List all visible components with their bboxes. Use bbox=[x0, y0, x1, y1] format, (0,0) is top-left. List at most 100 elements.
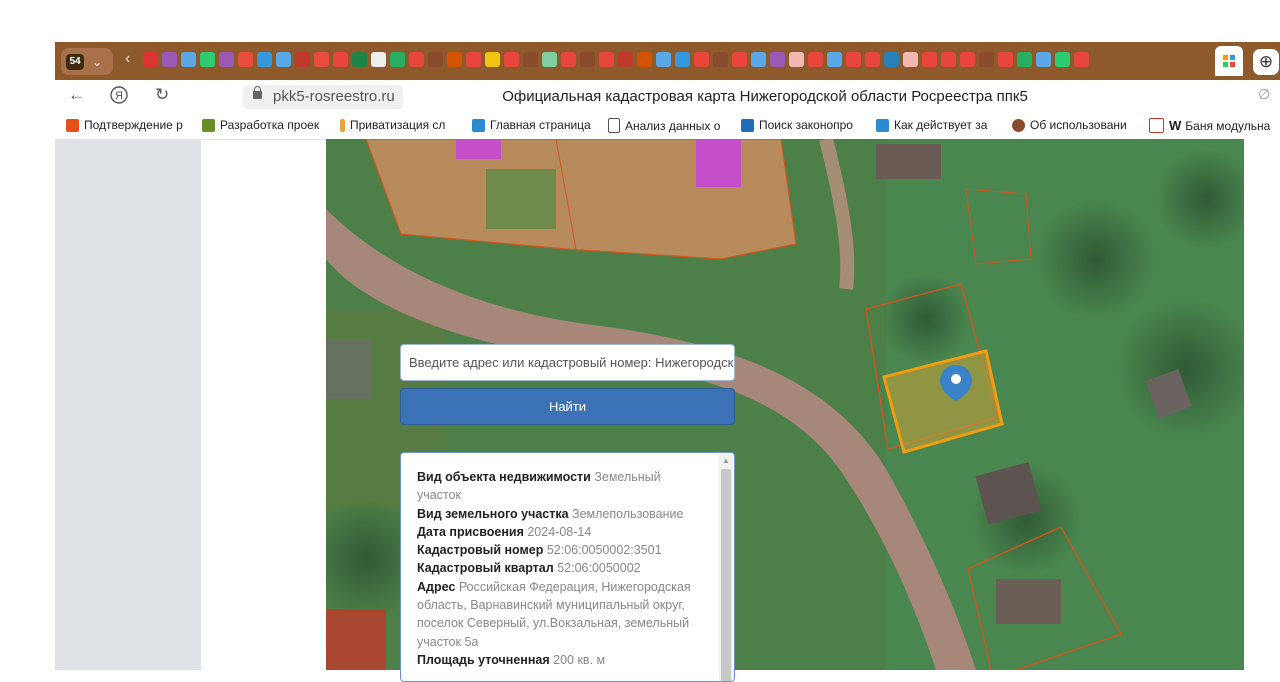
tab-count-badge: 54 bbox=[66, 53, 84, 70]
reload-icon[interactable]: ↻ bbox=[155, 85, 169, 105]
tab-favicon-icon[interactable] bbox=[257, 52, 272, 67]
object-type-label: Вид объекта недвижимости bbox=[417, 470, 591, 484]
bookmark-item[interactable]: Как действует за bbox=[876, 118, 987, 132]
bookmark-label: Об использовани bbox=[1030, 118, 1127, 132]
address-value: Российская Федерация, Нижегородская обла… bbox=[417, 579, 691, 649]
tab-counter-button[interactable]: 54 ⌄ bbox=[61, 48, 113, 75]
bookmark-label: Разработка проек bbox=[220, 118, 320, 132]
tab-favicon-icon[interactable] bbox=[504, 52, 519, 67]
tab-favicon-icon[interactable] bbox=[485, 52, 500, 67]
tab-favicon-icon[interactable] bbox=[941, 52, 956, 67]
bookmark-item[interactable]: Об использовани bbox=[1012, 118, 1127, 132]
bookmark-label: Главная страница bbox=[490, 118, 591, 132]
bookmark-item[interactable]: Разработка проек bbox=[202, 118, 319, 132]
tab-favicon-icon[interactable] bbox=[865, 52, 880, 67]
info-row-area: Площадь уточненная 200 кв. м bbox=[417, 651, 707, 669]
scrollbar-thumb[interactable] bbox=[721, 469, 731, 681]
tab-favicon-icon[interactable] bbox=[466, 52, 481, 67]
bookmark-label: Приватизация сл bbox=[350, 118, 446, 132]
right-margin bbox=[1244, 139, 1280, 670]
back-arrow-icon[interactable]: ← bbox=[68, 85, 85, 105]
land-type-value: Землепользование bbox=[572, 506, 684, 521]
bookmark-favicon-icon bbox=[202, 118, 215, 132]
tab-favicon-icon[interactable] bbox=[960, 52, 975, 67]
search-button[interactable]: Найти bbox=[400, 388, 735, 425]
tab-favicon-icon[interactable] bbox=[1074, 52, 1089, 67]
bookmark-item[interactable]: Главная страница bbox=[472, 118, 591, 132]
bookmark-favicon-icon bbox=[66, 118, 79, 132]
new-tab-icon[interactable]: ⊕ bbox=[1253, 49, 1279, 75]
tab-favicon-icon[interactable] bbox=[276, 52, 291, 67]
parcel-info-panel[interactable]: Вид объекта недвижимости Земельный участ… bbox=[400, 452, 735, 682]
tab-favicon-icon[interactable] bbox=[884, 52, 899, 67]
scroll-up-arrow-icon[interactable]: ▲ bbox=[719, 454, 733, 468]
w-logo-icon: W bbox=[1169, 118, 1182, 133]
bookmark-label: Поиск законопро bbox=[759, 118, 853, 132]
tab-favicon-icon[interactable] bbox=[181, 52, 196, 67]
tab-favicon-icon[interactable] bbox=[827, 52, 842, 67]
tab-favicon-icon[interactable] bbox=[200, 52, 215, 67]
tab-favicon-icon[interactable] bbox=[618, 52, 633, 67]
tab-favicon-icon[interactable] bbox=[390, 52, 405, 67]
tab-favicon-icon[interactable] bbox=[333, 52, 348, 67]
tab-favicon-icon[interactable] bbox=[561, 52, 576, 67]
tab-favicon-icon[interactable] bbox=[219, 52, 234, 67]
tab-favicon-icon[interactable] bbox=[352, 52, 367, 67]
info-row-land-type: Вид земельного участка Землепользование bbox=[417, 505, 707, 523]
tab-favicon-icon[interactable] bbox=[713, 52, 728, 67]
bookmark-favicon-icon bbox=[741, 118, 754, 132]
active-tab[interactable] bbox=[1215, 46, 1243, 76]
address-label: Адрес bbox=[417, 579, 456, 594]
tab-favicon-icon[interactable] bbox=[1055, 52, 1070, 67]
tab-favicon-icon[interactable] bbox=[922, 52, 937, 67]
search-input[interactable]: Введите адрес или кадастровый номер: Ниж… bbox=[400, 344, 735, 381]
svg-text:Я: Я bbox=[115, 90, 123, 102]
tab-favicon-icon[interactable] bbox=[409, 52, 424, 67]
tab-favicon-icon[interactable] bbox=[162, 52, 177, 67]
tab-favicon-icon[interactable] bbox=[314, 52, 329, 67]
info-row-cadastral-number: Кадастровый номер 52:06:0050002:3501 bbox=[417, 541, 707, 559]
tab-favicon-icon[interactable] bbox=[751, 52, 766, 67]
tab-favicon-icon[interactable] bbox=[675, 52, 690, 67]
tab-favicon-icon[interactable] bbox=[523, 52, 538, 67]
tab-favicon-icon[interactable] bbox=[694, 52, 709, 67]
bookmark-item[interactable]: Поиск законопро bbox=[741, 118, 853, 132]
bookmark-item[interactable]: Подтверждение р bbox=[66, 118, 183, 132]
tab-favicon-icon[interactable] bbox=[656, 52, 671, 67]
tab-favicon-icon[interactable] bbox=[637, 52, 652, 67]
tab-favicon-icon[interactable] bbox=[238, 52, 253, 67]
bookmark-item[interactable]: W Баня модульна bbox=[1149, 118, 1270, 133]
tab-favicon-icon[interactable] bbox=[1036, 52, 1051, 67]
yandex-logo-icon[interactable]: Я bbox=[110, 86, 128, 109]
tab-favicon-icon[interactable] bbox=[789, 52, 804, 67]
bookmark-item[interactable]: Анализ данных о bbox=[608, 118, 720, 133]
url-text: pkk5-rosreestro.ru bbox=[273, 88, 395, 105]
area-label: Площадь уточненная bbox=[417, 652, 550, 667]
tab-scroll-left-icon[interactable]: ‹ bbox=[125, 50, 130, 68]
protect-icon[interactable]: ∅ bbox=[1258, 86, 1270, 103]
tab-favicon-icon[interactable] bbox=[732, 52, 747, 67]
tab-favicon-icon[interactable] bbox=[979, 52, 994, 67]
tab-favicon-icon[interactable] bbox=[428, 52, 443, 67]
tab-favicon-icon[interactable] bbox=[998, 52, 1013, 67]
tab-favicon-icon[interactable] bbox=[1017, 52, 1032, 67]
info-row-address: Адрес Российская Федерация, Нижегородска… bbox=[417, 578, 707, 651]
land-type-label: Вид земельного участка bbox=[417, 506, 569, 521]
tab-favicon-icon[interactable] bbox=[599, 52, 614, 67]
tab-favicon-icon[interactable] bbox=[846, 52, 861, 67]
tab-favicon-icon[interactable] bbox=[580, 52, 595, 67]
address-bar: ← Я ↻ pkk5-rosreestro.ru Официальная кад… bbox=[55, 80, 1280, 112]
tab-favicon-icon[interactable] bbox=[808, 52, 823, 67]
date-label: Дата присвоения bbox=[417, 524, 524, 539]
url-field[interactable]: pkk5-rosreestro.ru bbox=[243, 85, 403, 109]
tab-favicon-icon[interactable] bbox=[295, 52, 310, 67]
tab-favicon-icon[interactable] bbox=[542, 52, 557, 67]
bookmark-label: Как действует за bbox=[894, 118, 988, 132]
tab-favicon-icon[interactable] bbox=[903, 52, 918, 67]
quarter-label: Кадастровый квартал bbox=[417, 561, 554, 576]
tab-favicon-icon[interactable] bbox=[770, 52, 785, 67]
bookmark-item[interactable]: Приватизация сл bbox=[340, 118, 445, 132]
tab-favicon-icon[interactable] bbox=[143, 52, 158, 67]
tab-favicon-icon[interactable] bbox=[371, 52, 386, 67]
tab-favicon-icon[interactable] bbox=[447, 52, 462, 67]
